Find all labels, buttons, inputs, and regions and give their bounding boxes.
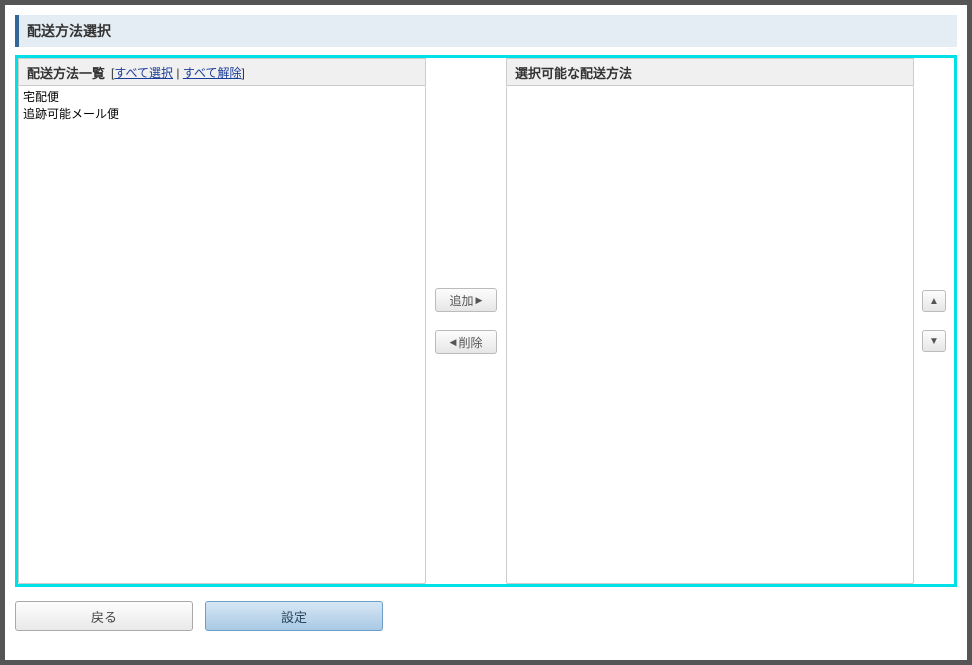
footer-buttons: 戻る 設定: [15, 601, 957, 631]
remove-label: 削除: [458, 334, 482, 351]
bracket-close: ]: [242, 66, 245, 80]
arrow-up-icon: ▲: [929, 296, 939, 307]
arrow-left-icon: ◀: [450, 338, 457, 347]
right-panel: 選択可能な配送方法: [506, 58, 914, 584]
select-all-link[interactable]: すべて選択: [114, 66, 173, 80]
move-down-button[interactable]: ▼: [922, 330, 946, 352]
center-controls: 追加 ▶ ◀ 削除: [426, 58, 506, 584]
back-button[interactable]: 戻る: [15, 601, 193, 631]
remove-button[interactable]: ◀ 削除: [435, 330, 497, 354]
app-frame: 配送方法選択 配送方法一覧 [すべて選択 | すべて解除] 宅配便追跡可能メール…: [5, 5, 967, 660]
available-listbox[interactable]: 宅配便追跡可能メール便: [18, 86, 426, 584]
set-button[interactable]: 設定: [205, 601, 383, 631]
left-panel-title: 配送方法一覧: [27, 63, 105, 82]
right-panel-header: 選択可能な配送方法: [506, 58, 914, 86]
arrow-down-icon: ▼: [929, 336, 939, 347]
list-item[interactable]: 宅配便: [21, 88, 425, 105]
selected-listbox[interactable]: [506, 86, 914, 584]
section-header: 配送方法選択: [15, 15, 957, 47]
arrow-right-icon: ▶: [476, 296, 483, 305]
move-up-button[interactable]: ▲: [922, 290, 946, 312]
page-title: 配送方法選択: [27, 23, 111, 39]
right-panel-title: 選択可能な配送方法: [515, 63, 632, 82]
list-item[interactable]: 追跡可能メール便: [21, 105, 425, 122]
add-label: 追加: [450, 292, 474, 309]
left-panel-header: 配送方法一覧 [すべて選択 | すべて解除]: [18, 58, 426, 86]
reorder-controls: ▲ ▼: [914, 58, 954, 584]
clear-all-link[interactable]: すべて解除: [183, 66, 242, 80]
dual-list-container: 配送方法一覧 [すべて選択 | すべて解除] 宅配便追跡可能メール便 追加 ▶ …: [15, 55, 957, 587]
add-button[interactable]: 追加 ▶: [435, 288, 497, 312]
link-sep: |: [173, 66, 183, 80]
select-links: [すべて選択 | すべて解除]: [111, 64, 245, 81]
left-panel: 配送方法一覧 [すべて選択 | すべて解除] 宅配便追跡可能メール便: [18, 58, 426, 584]
